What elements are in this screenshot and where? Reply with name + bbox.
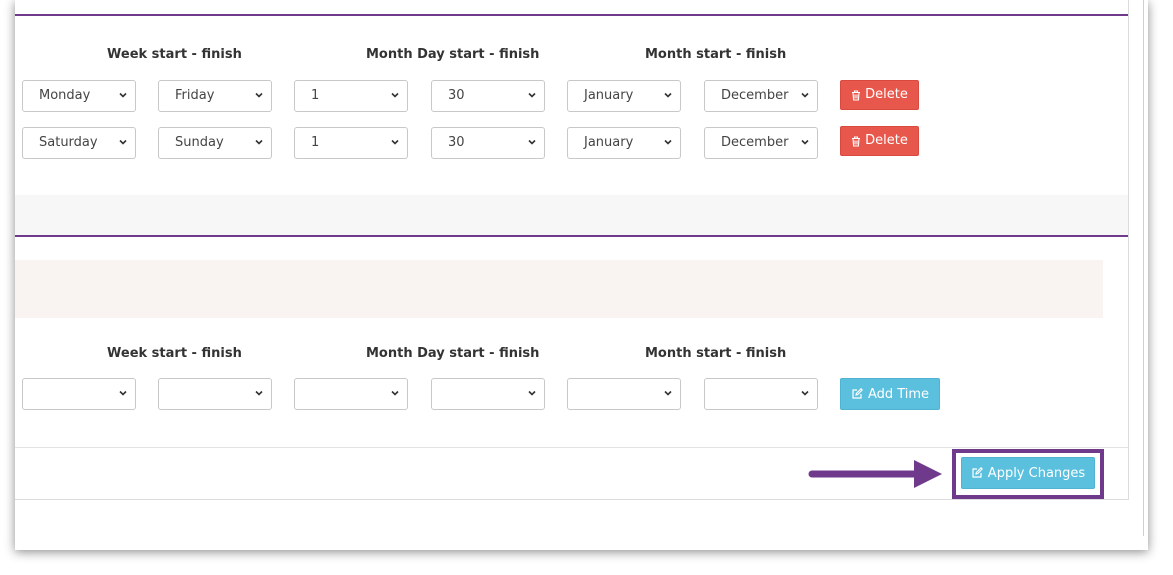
chevron-down-icon — [391, 92, 399, 98]
chevron-down-icon — [255, 92, 263, 98]
chevron-down-icon — [801, 92, 809, 98]
apply-changes-label: Apply Changes — [987, 465, 1086, 481]
schedule-panel: Week start - finish Month Day start - fi… — [15, 0, 1148, 550]
panel-footer-band — [15, 195, 1128, 235]
delete-label: Delete — [865, 133, 908, 148]
day-finish-select[interactable]: 30 — [431, 127, 545, 159]
new-week-finish-select[interactable] — [158, 378, 272, 410]
select-value: December — [721, 88, 789, 103]
new-day-finish-select[interactable] — [431, 378, 545, 410]
chevron-down-icon — [664, 92, 672, 98]
chevron-down-icon — [801, 139, 809, 145]
month-day-header: Month Day start - finish — [366, 346, 540, 361]
select-value: Saturday — [39, 135, 98, 150]
month-header: Month start - finish — [645, 346, 787, 361]
week-finish-select[interactable]: Friday — [158, 80, 272, 112]
day-start-select[interactable]: 1 — [294, 127, 408, 159]
trash-icon — [852, 89, 861, 101]
day-finish-select[interactable]: 30 — [431, 80, 545, 112]
window-right-border — [1143, 0, 1144, 536]
month-finish-select[interactable]: December — [704, 80, 818, 112]
week-header: Week start - finish — [107, 47, 242, 62]
delete-button[interactable]: Delete — [840, 126, 919, 156]
chevron-down-icon — [119, 390, 127, 396]
select-value: January — [584, 88, 634, 103]
chevron-down-icon — [391, 139, 399, 145]
edit-icon — [852, 388, 863, 399]
new-month-finish-select[interactable] — [704, 378, 818, 410]
chevron-down-icon — [391, 390, 399, 396]
select-value: 1 — [311, 135, 320, 150]
week-start-select[interactable]: Monday — [22, 80, 136, 112]
select-value: 30 — [448, 135, 465, 150]
apply-changes-button[interactable]: Apply Changes — [961, 457, 1095, 489]
section-divider-top — [15, 14, 1128, 16]
month-finish-select[interactable]: December — [704, 127, 818, 159]
select-value: Monday — [39, 88, 91, 103]
month-start-select[interactable]: January — [567, 127, 681, 159]
new-week-start-select[interactable] — [22, 378, 136, 410]
select-value: 1 — [311, 88, 320, 103]
week-header: Week start - finish — [107, 346, 242, 361]
select-value: Friday — [175, 88, 215, 103]
delete-label: Delete — [865, 87, 908, 102]
select-value: January — [584, 135, 634, 150]
chevron-down-icon — [664, 390, 672, 396]
week-start-select[interactable]: Saturday — [22, 127, 136, 159]
new-month-start-select[interactable] — [567, 378, 681, 410]
select-value: 30 — [448, 88, 465, 103]
chevron-down-icon — [119, 92, 127, 98]
form-divider — [15, 447, 1128, 448]
arrow-right-icon — [808, 460, 942, 488]
week-finish-select[interactable]: Sunday — [158, 127, 272, 159]
new-day-start-select[interactable] — [294, 378, 408, 410]
chevron-down-icon — [664, 139, 672, 145]
trash-icon — [852, 135, 861, 147]
delete-button[interactable]: Delete — [840, 80, 919, 110]
chevron-down-icon — [801, 390, 809, 396]
month-day-header: Month Day start - finish — [366, 47, 540, 62]
card-right-border — [1128, 0, 1129, 500]
notice-band — [15, 260, 1103, 318]
select-value: Sunday — [175, 135, 224, 150]
chevron-down-icon — [255, 390, 263, 396]
card-bottom-border — [15, 499, 1128, 500]
chevron-down-icon — [528, 139, 536, 145]
add-time-label: Add Time — [867, 386, 930, 402]
month-header: Month start - finish — [645, 47, 787, 62]
edit-icon — [972, 467, 983, 478]
select-value: December — [721, 135, 789, 150]
add-time-button[interactable]: Add Time — [840, 378, 940, 410]
chevron-down-icon — [119, 139, 127, 145]
chevron-down-icon — [255, 139, 263, 145]
chevron-down-icon — [528, 92, 536, 98]
day-start-select[interactable]: 1 — [294, 80, 408, 112]
month-start-select[interactable]: January — [567, 80, 681, 112]
chevron-down-icon — [528, 390, 536, 396]
section-divider-middle — [15, 235, 1128, 237]
